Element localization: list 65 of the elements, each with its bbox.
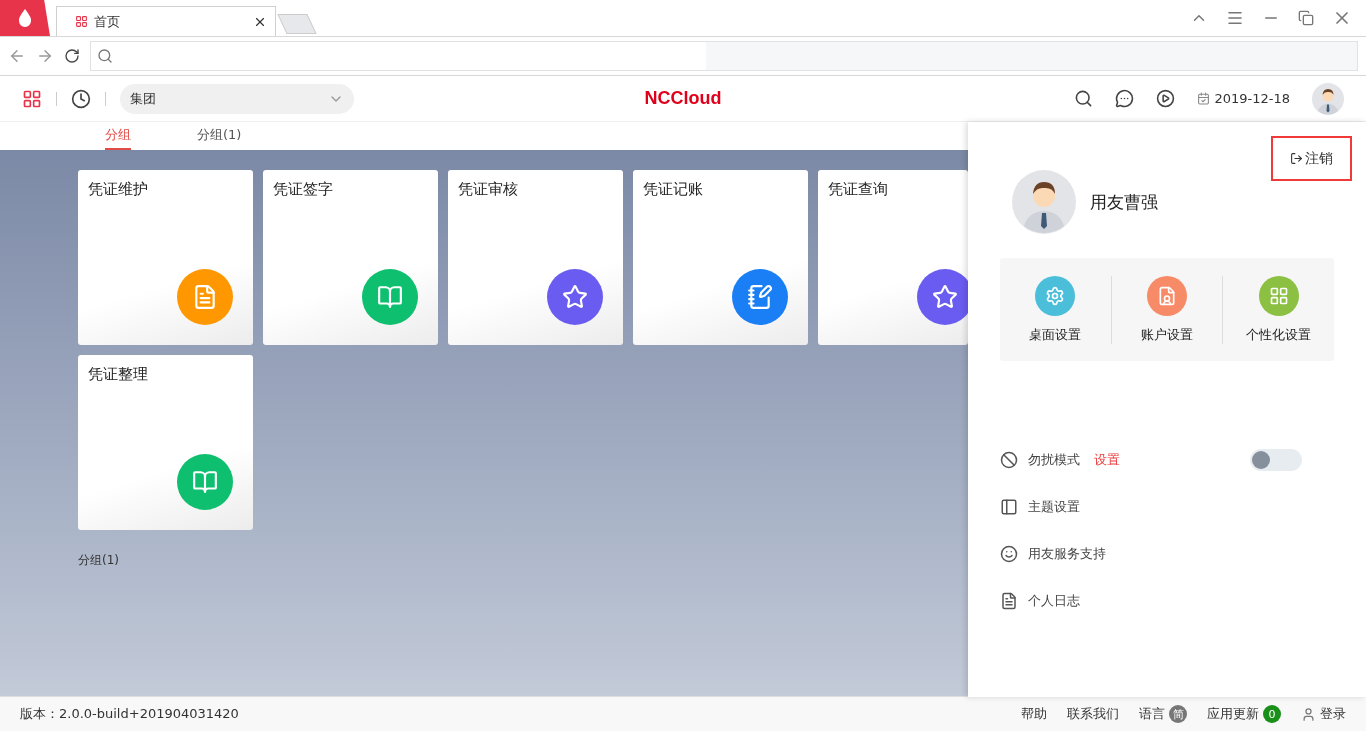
smiley-icon: [1000, 544, 1018, 563]
language-link[interactable]: 语言: [1139, 705, 1165, 723]
back-icon[interactable]: [8, 47, 26, 65]
contact-link[interactable]: 联系我们: [1067, 705, 1119, 723]
log-icon: [1000, 591, 1018, 610]
logout-button[interactable]: 注销: [1271, 136, 1352, 181]
avatar-icon: [1012, 170, 1076, 234]
app-tile[interactable]: 凭证查询: [818, 170, 968, 345]
avatar-icon: [1312, 82, 1344, 115]
app-icon: [75, 15, 88, 28]
shortcut-icon[interactable]: [1258, 275, 1299, 316]
restore-icon[interactable]: [1298, 10, 1314, 26]
layout-icon: [1000, 497, 1018, 516]
clock-icon[interactable]: [71, 88, 91, 109]
forward-icon[interactable]: [36, 47, 54, 65]
logout-icon: [1290, 152, 1303, 165]
group-label: 分组(1): [78, 552, 119, 569]
toggle-switch[interactable]: [1250, 448, 1302, 471]
shortcut-icon[interactable]: [1035, 275, 1076, 316]
tile-title: 凭证维护: [88, 180, 148, 199]
search-icon: [97, 48, 113, 64]
browser-logo[interactable]: [0, 0, 50, 36]
app-grid-icon[interactable]: [22, 88, 42, 109]
drop-icon: [18, 8, 32, 27]
logo: NCCloud: [644, 88, 722, 109]
setting-label[interactable]: 勿扰模式: [1028, 450, 1080, 469]
shortcut-label[interactable]: 账户设置: [1141, 325, 1193, 344]
tile-title: 凭证整理: [88, 365, 148, 384]
settings-link[interactable]: 设置: [1094, 450, 1120, 469]
tile-title: 凭证审核: [458, 180, 518, 199]
app-tile[interactable]: 凭证签字: [263, 170, 438, 345]
tile-title: 凭证记账: [643, 180, 703, 199]
updates-badge: 0: [1263, 705, 1281, 723]
org-select[interactable]: 集团: [120, 83, 354, 114]
tab-title: 首页: [94, 12, 121, 31]
menu-icon[interactable]: [1226, 9, 1244, 27]
play-icon[interactable]: [1156, 89, 1176, 108]
reload-icon[interactable]: [64, 48, 80, 64]
app-tile[interactable]: 凭证审核: [448, 170, 623, 345]
shortcut-label[interactable]: 桌面设置: [1029, 325, 1082, 344]
user-icon: [1301, 706, 1316, 722]
app-tile[interactable]: 凭证维护: [78, 170, 253, 345]
language-badge: 简: [1169, 705, 1187, 723]
do-not-disturb-icon: [1000, 450, 1018, 469]
user-name: 用友曹强: [1090, 190, 1158, 214]
setting-label[interactable]: 用友服务支持: [1028, 544, 1106, 563]
app-tile[interactable]: 凭证整理: [78, 355, 253, 530]
chat-icon[interactable]: [1115, 89, 1135, 108]
setting-label[interactable]: 个人日志: [1028, 591, 1080, 610]
date-text: 2019-12-18: [1197, 91, 1290, 106]
tile-title: 凭证查询: [828, 180, 888, 199]
tile-title: 凭证签字: [273, 180, 333, 199]
version-text: 版本：2.0.0-build+201904031420: [20, 705, 239, 723]
login-link[interactable]: 登录: [1320, 705, 1346, 723]
setting-label[interactable]: 主题设置: [1028, 497, 1080, 516]
updates-link[interactable]: 应用更新: [1207, 705, 1259, 723]
app-tile[interactable]: 凭证记账: [633, 170, 808, 345]
shortcut-icon[interactable]: [1147, 275, 1187, 316]
search-icon[interactable]: [1074, 89, 1094, 108]
group-tab[interactable]: 分组(1): [197, 122, 242, 150]
help-link[interactable]: 帮助: [1021, 705, 1047, 723]
calendar-icon: [1197, 92, 1211, 105]
shortcut-label[interactable]: 个性化设置: [1246, 325, 1312, 344]
address-field[interactable]: [90, 41, 1358, 71]
browser-tab[interactable]: 首页: [56, 6, 276, 36]
